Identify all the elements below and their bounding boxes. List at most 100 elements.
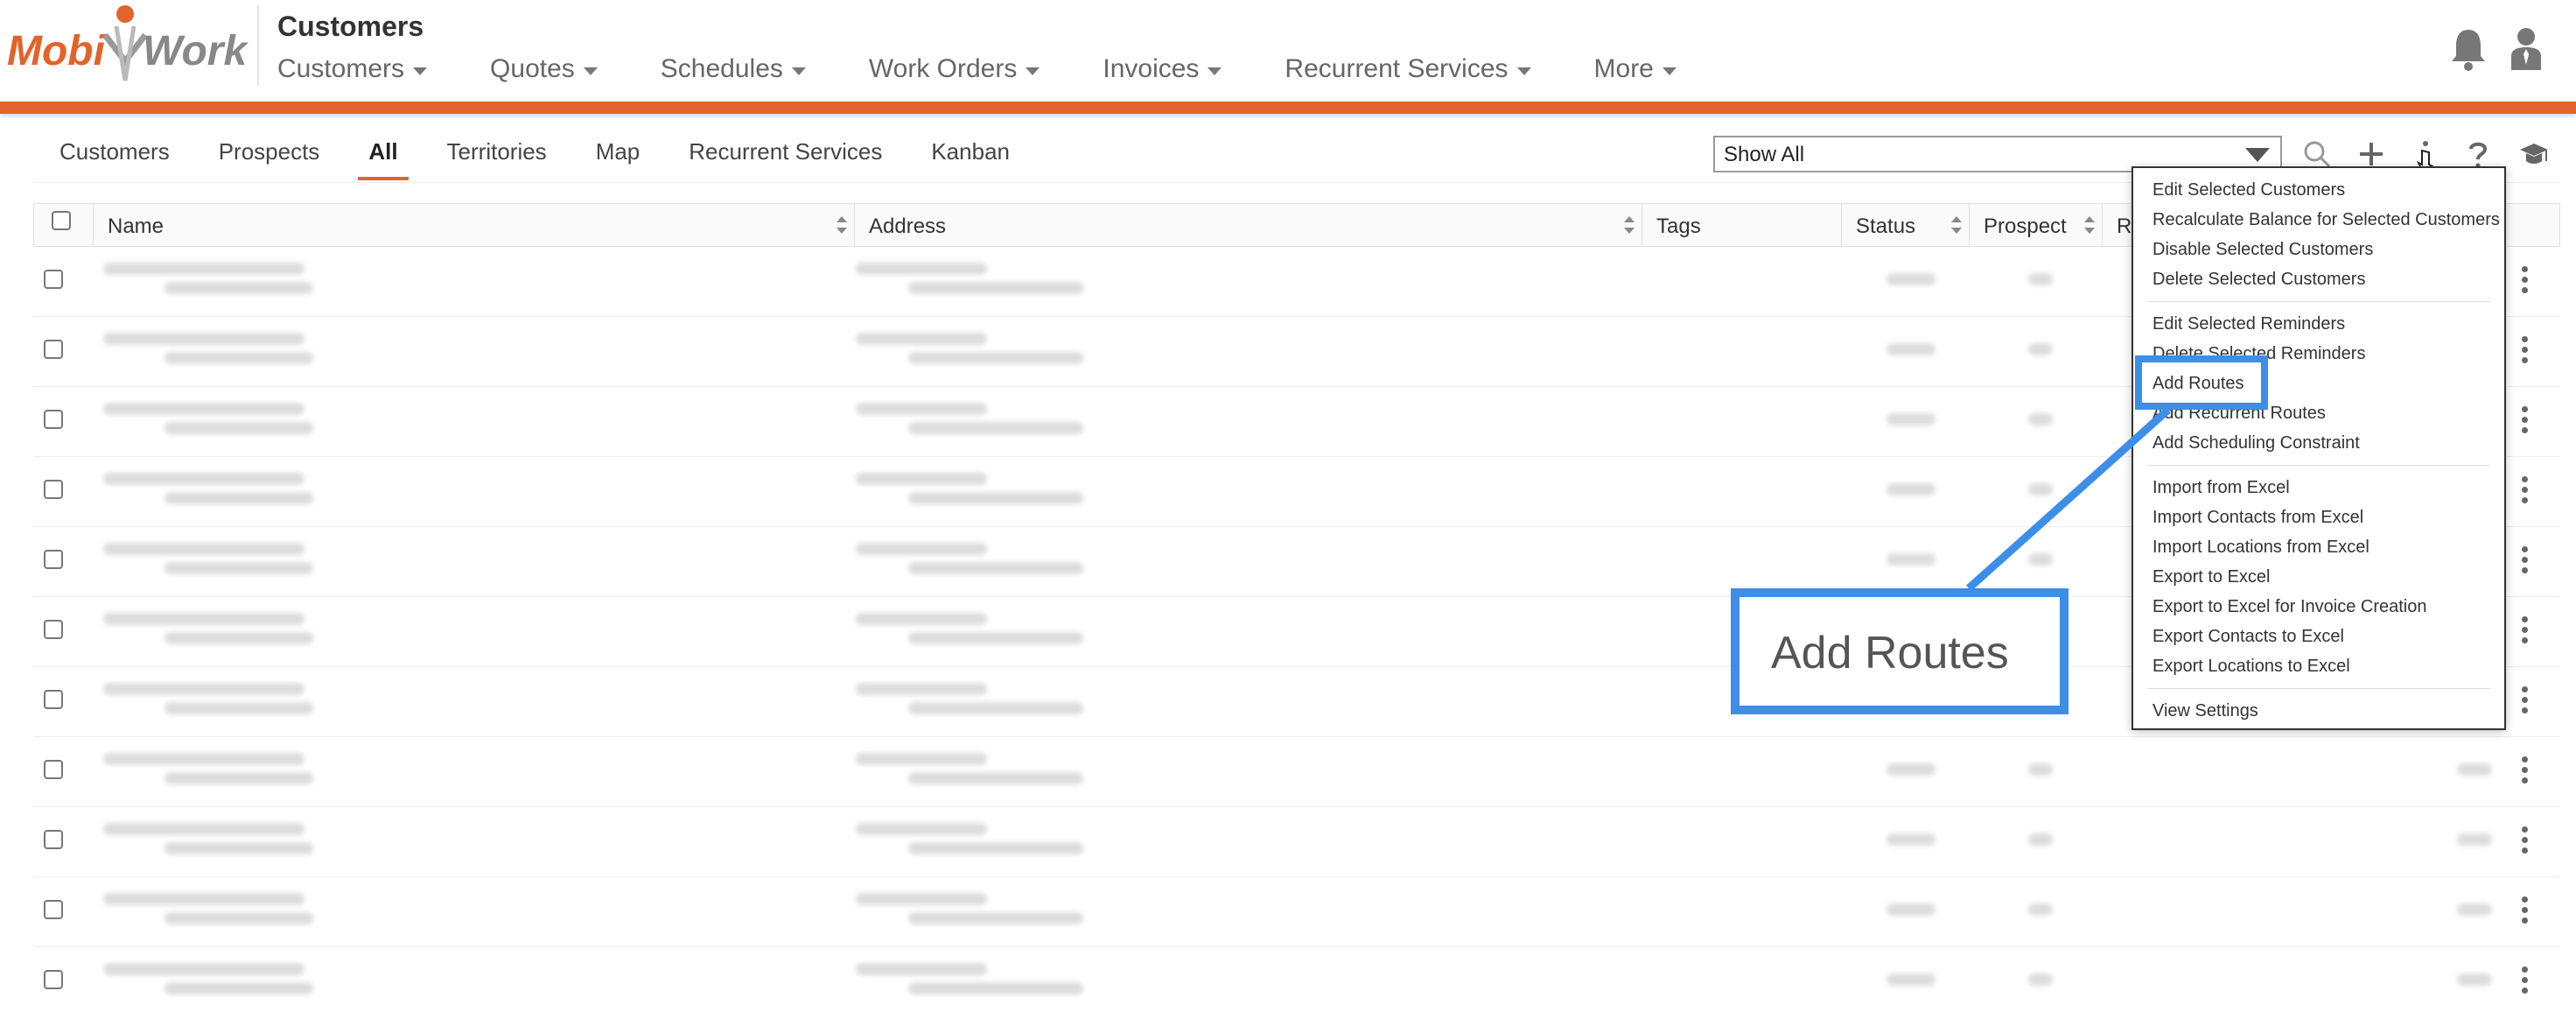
- menu-item[interactable]: Export Contacts to Excel: [2133, 622, 2504, 651]
- chevron-down-icon: [1662, 67, 1676, 75]
- blurred-cell-content: [103, 613, 304, 625]
- blurred-cell-content: [856, 963, 987, 975]
- table-row[interactable]: [33, 947, 2560, 1012]
- tab-prospects[interactable]: Prospects: [219, 131, 320, 180]
- column-header-prospect[interactable]: Prospect: [1970, 204, 2103, 246]
- graduation-cap-icon[interactable]: [2518, 138, 2550, 170]
- sort-icon[interactable]: [1624, 216, 1634, 234]
- chevron-down-icon: [1026, 67, 1040, 75]
- row-checkbox[interactable]: [44, 550, 63, 569]
- column-header-name[interactable]: Name: [94, 204, 855, 246]
- row-actions-kebab-icon[interactable]: [2520, 616, 2529, 648]
- user-icon[interactable]: [2510, 26, 2543, 72]
- tab-all[interactable]: All: [358, 131, 409, 180]
- tab-map[interactable]: Map: [596, 131, 640, 180]
- blurred-cell-content: [1886, 553, 1936, 566]
- row-checkbox[interactable]: [44, 830, 63, 849]
- search-icon[interactable]: [2301, 138, 2333, 170]
- row-actions-kebab-icon[interactable]: [2520, 336, 2529, 368]
- blurred-cell-content: [856, 753, 987, 765]
- row-checkbox[interactable]: [44, 410, 63, 429]
- add-routes-highlight: [2135, 355, 2268, 410]
- blurred-cell-content: [2028, 833, 2053, 846]
- row-actions-kebab-icon[interactable]: [2520, 826, 2529, 858]
- row-actions-kebab-icon[interactable]: [2520, 266, 2529, 298]
- blurred-cell-content: [908, 352, 1083, 364]
- blurred-cell-content: [1886, 483, 1936, 495]
- header-accent-bar: [0, 102, 2576, 114]
- row-checkbox[interactable]: [44, 690, 63, 709]
- row-checkbox[interactable]: [44, 760, 63, 779]
- nav-quotes[interactable]: Quotes: [490, 54, 598, 84]
- nav-schedules[interactable]: Schedules: [661, 54, 806, 84]
- blurred-cell-content: [1886, 833, 1936, 846]
- menu-item[interactable]: Edit Selected Reminders: [2133, 309, 2504, 339]
- blurred-cell-content: [908, 492, 1083, 504]
- help-icon[interactable]: [2462, 138, 2494, 170]
- menu-item[interactable]: Export to Excel: [2133, 562, 2504, 592]
- blurred-cell-content: [2028, 553, 2053, 566]
- row-checkbox[interactable]: [44, 270, 63, 289]
- nav-work-orders[interactable]: Work Orders: [869, 54, 1040, 84]
- row-checkbox[interactable]: [44, 620, 63, 639]
- menu-item[interactable]: Add Scheduling Constraint: [2133, 428, 2504, 458]
- row-actions-kebab-icon[interactable]: [2520, 686, 2529, 718]
- tab-recurrent-services[interactable]: Recurrent Services: [689, 131, 882, 180]
- menu-item[interactable]: Export to Excel for Invoice Creation: [2133, 592, 2504, 622]
- row-checkbox[interactable]: [44, 340, 63, 359]
- blurred-cell-content: [2457, 903, 2492, 916]
- menu-item[interactable]: View Settings: [2133, 696, 2504, 726]
- sort-icon[interactable]: [2084, 216, 2095, 234]
- blurred-cell-content: [2028, 903, 2053, 916]
- menu-item[interactable]: Edit Selected Customers: [2133, 175, 2504, 205]
- column-header-tags[interactable]: Tags: [1642, 204, 1842, 246]
- nav-more[interactable]: More: [1594, 54, 1676, 84]
- table-row[interactable]: [33, 737, 2560, 807]
- table-row[interactable]: [33, 807, 2560, 877]
- column-header-status[interactable]: Status: [1842, 204, 1970, 246]
- blurred-cell-content: [2028, 483, 2053, 495]
- nav-recurrent-services[interactable]: Recurrent Services: [1284, 54, 1531, 84]
- chevron-down-icon: [583, 67, 598, 75]
- logo-divider: [257, 5, 259, 86]
- page-title: Customers: [277, 11, 424, 42]
- nav-customers[interactable]: Customers: [277, 54, 428, 84]
- row-checkbox[interactable]: [44, 970, 63, 989]
- menu-item[interactable]: Import from Excel: [2133, 473, 2504, 502]
- select-all-checkbox[interactable]: [52, 211, 71, 230]
- menu-item[interactable]: Import Locations from Excel: [2133, 532, 2504, 562]
- menu-item[interactable]: Disable Selected Customers: [2133, 235, 2504, 264]
- menu-item[interactable]: Import Contacts from Excel: [2133, 502, 2504, 532]
- row-checkbox[interactable]: [44, 900, 63, 919]
- blurred-cell-content: [164, 632, 313, 644]
- table-row[interactable]: [33, 877, 2560, 947]
- bell-icon[interactable]: [2449, 26, 2488, 72]
- row-actions-kebab-icon[interactable]: [2520, 896, 2529, 928]
- tab-customers[interactable]: Customers: [60, 131, 170, 180]
- row-actions-kebab-icon[interactable]: [2520, 546, 2529, 578]
- sort-icon[interactable]: [1951, 216, 1962, 234]
- menu-item[interactable]: Delete Selected Customers: [2133, 264, 2504, 294]
- chevron-down-icon: [413, 67, 428, 75]
- mobiwork-logo[interactable]: Mobi Work: [7, 0, 248, 88]
- menu-item[interactable]: Recalculate Balance for Selected Custome…: [2133, 205, 2504, 235]
- row-actions-kebab-icon[interactable]: [2520, 406, 2529, 438]
- dropdown-arrow-icon: [2245, 148, 2270, 162]
- blurred-cell-content: [856, 543, 987, 555]
- blurred-cell-content: [1886, 903, 1936, 916]
- row-actions-kebab-icon[interactable]: [2520, 476, 2529, 508]
- column-header-address[interactable]: Address: [855, 204, 1642, 246]
- blurred-cell-content: [856, 333, 987, 345]
- sort-icon[interactable]: [836, 216, 847, 234]
- blurred-cell-content: [2457, 973, 2492, 986]
- plus-icon[interactable]: [2356, 138, 2387, 170]
- nav-invoices[interactable]: Invoices: [1102, 54, 1222, 84]
- blurred-cell-content: [103, 473, 304, 485]
- chevron-down-icon: [1208, 67, 1222, 75]
- menu-item[interactable]: Export Locations to Excel: [2133, 651, 2504, 681]
- tab-kanban[interactable]: Kanban: [931, 131, 1010, 180]
- row-actions-kebab-icon[interactable]: [2520, 966, 2529, 998]
- row-checkbox[interactable]: [44, 480, 63, 499]
- row-actions-kebab-icon[interactable]: [2520, 756, 2529, 788]
- tab-territories[interactable]: Territories: [447, 131, 547, 180]
